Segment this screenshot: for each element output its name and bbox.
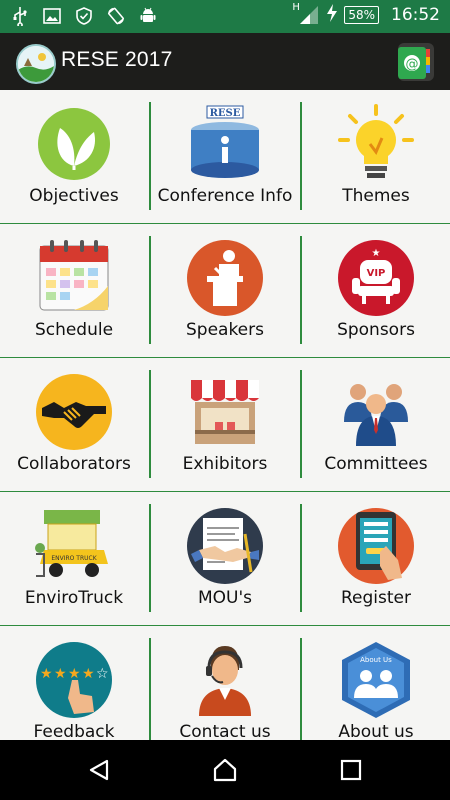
menu-grid: Objectives RESE Conference Info Themes S… [0,90,450,740]
menu-item-contact-us[interactable]: Contact us [151,638,299,740]
agreement-icon [185,506,265,586]
menu-row: ENVIRO TRUCK EnviroTruck MOU's Register [0,492,450,626]
menu-row: ★ ★ ★ ★ ☆ Feedback Contact us About Us About… [0,626,450,740]
menu-label: MOU's [197,588,253,608]
committee-people-icon [336,372,416,452]
rese-logo-icon[interactable] [16,44,56,84]
menu-label: Committees [324,454,428,474]
leaf-icon [34,104,114,184]
menu-label: Objectives [29,186,119,206]
android-icon [138,6,158,26]
calendar-icon [34,238,114,318]
battery-indicator: 58% [344,6,379,24]
gallery-icon [42,6,62,26]
handshake-icon [34,372,114,452]
app-bar: RESE 2017 @ [0,33,450,90]
menu-item-themes[interactable]: Themes [302,102,450,212]
menu-item-committees[interactable]: Committees [302,370,450,480]
info-podium-icon: RESE [185,104,265,184]
signal-icon: H [292,2,320,26]
menu-item-speakers[interactable]: Speakers [151,236,299,346]
network-type: H [292,2,300,13]
menu-row: Collaborators Exhibitors Committees [0,358,450,492]
shield-icon [74,6,94,26]
screen-rotate-icon [106,6,126,26]
menu-label: Speakers [185,320,264,340]
back-icon[interactable] [84,755,114,785]
menu-item-sponsors[interactable]: ★ VIP Sponsors [302,236,450,346]
svg-text:★: ★ [54,666,67,682]
menu-label: Contact us [179,722,271,740]
contacts-at-icon[interactable]: @ [398,43,434,81]
rating-stars-icon: ★ ★ ★ ★ ☆ [34,640,114,720]
menu-label: Conference Info [157,186,293,206]
menu-label: Feedback [33,722,115,740]
home-icon[interactable] [210,755,240,785]
menu-item-conference-info[interactable]: RESE Conference Info [151,102,299,212]
lightbulb-icon [336,104,416,184]
about-us-icon: About Us [336,640,416,720]
vip-seat-icon: ★ VIP [336,238,416,318]
stall-icon [185,372,265,452]
menu-item-register[interactable]: Register [302,504,450,614]
charging-icon [326,4,338,26]
usb-icon [10,6,30,26]
menu-item-mous[interactable]: MOU's [151,504,299,614]
menu-label: Schedule [34,320,114,340]
menu-row: Schedule Speakers ★ VIP Sponsors [0,224,450,358]
menu-row: Objectives RESE Conference Info Themes [0,90,450,224]
menu-item-about-us[interactable]: About Us About us [302,638,450,740]
svg-text:★: ★ [82,666,95,682]
support-agent-icon [185,640,265,720]
truck-sign: ENVIRO TRUCK [51,555,97,562]
menu-item-objectives[interactable]: Objectives [0,102,148,212]
rese-sign: RESE [210,108,241,119]
nav-bar [0,740,450,800]
menu-label: EnviroTruck [24,588,124,608]
about-text: About Us [360,656,392,664]
tablet-register-icon [336,506,416,586]
menu-label: Register [341,588,411,608]
truck-icon: ENVIRO TRUCK [34,506,114,586]
svg-text:★: ★ [372,248,381,259]
recents-icon[interactable] [336,755,366,785]
svg-text:★: ★ [40,666,53,682]
menu-label: About us [338,722,414,740]
menu-item-envirotruck[interactable]: ENVIRO TRUCK EnviroTruck [0,504,148,614]
svg-text:☆: ☆ [96,666,109,682]
svg-text:★: ★ [68,666,81,682]
menu-label: Themes [342,186,410,206]
status-bar: H 58% 16:52 [0,0,450,33]
menu-label: Sponsors [337,320,415,340]
vip-text: VIP [367,268,386,279]
menu-item-collaborators[interactable]: Collaborators [0,370,148,480]
app-title: RESE 2017 [61,48,173,71]
menu-item-exhibitors[interactable]: Exhibitors [151,370,299,480]
menu-item-feedback[interactable]: ★ ★ ★ ★ ☆ Feedback [0,638,148,740]
menu-label: Collaborators [17,454,131,474]
menu-item-schedule[interactable]: Schedule [0,236,148,346]
speaker-podium-icon [185,238,265,318]
menu-label: Exhibitors [182,454,268,474]
svg-text:@: @ [406,57,419,72]
clock: 16:52 [391,5,440,25]
